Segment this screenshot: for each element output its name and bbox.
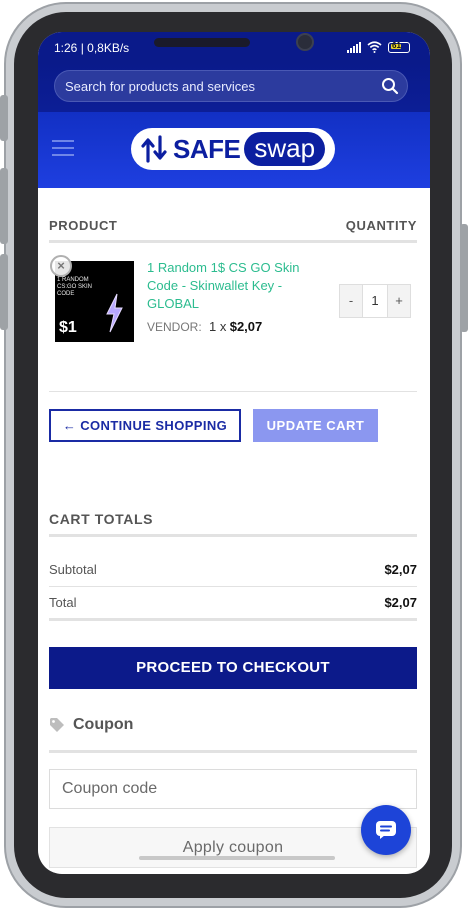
quantity-decrease-button[interactable]: -: [340, 285, 362, 317]
divider: [49, 618, 417, 621]
status-bar: 1:26 | 0,8KB/s 61: [38, 32, 430, 62]
column-header-quantity: QUANTITY: [345, 218, 417, 233]
coupon-heading: Coupon: [49, 716, 133, 734]
column-header-product: PRODUCT: [49, 218, 118, 233]
vendor-label: VENDOR:: [147, 320, 202, 334]
subtotal-label: Subtotal: [49, 562, 97, 577]
battery-level: 61: [392, 40, 401, 50]
quantity-multiplier: 1 x: [209, 319, 227, 334]
hamburger-menu-icon[interactable]: [52, 140, 74, 156]
logo-text-safe: SAFE: [173, 133, 241, 164]
status-time: 1:26 | 0,8KB/s: [54, 41, 130, 55]
search-bar-area: [38, 62, 430, 112]
site-header: SAFE swap: [38, 112, 430, 188]
product-image-price: $1: [59, 319, 77, 336]
home-indicator[interactable]: [139, 856, 335, 860]
site-logo[interactable]: SAFE swap: [131, 128, 335, 170]
divider: [49, 750, 417, 753]
coupon-title: Coupon: [73, 716, 134, 733]
continue-shopping-button[interactable]: ← CONTINUE SHOPPING: [49, 409, 241, 442]
quantity-input[interactable]: 1: [362, 285, 388, 317]
phone-side-button: [460, 224, 468, 332]
camera-icon: [296, 33, 314, 51]
total-value: $2,07: [384, 595, 417, 610]
phone-side-button: [0, 168, 8, 244]
coupon-code-input[interactable]: [49, 769, 417, 809]
proceed-to-checkout-button[interactable]: PROCEED TO CHECKOUT: [49, 647, 417, 689]
search-icon[interactable]: [381, 77, 399, 95]
total-label: Total: [49, 595, 77, 610]
signal-icon: [347, 41, 361, 53]
tag-icon: [50, 718, 64, 732]
chat-icon: [376, 821, 396, 839]
search-input[interactable]: [65, 71, 365, 101]
lightning-icon: [106, 293, 123, 333]
phone-side-button: [0, 254, 8, 330]
phone-side-button: [0, 95, 8, 141]
phone-screen: 1:26 | 0,8KB/s 61 Search for products an…: [38, 32, 430, 874]
chat-button[interactable]: [361, 805, 411, 855]
speaker-notch: [154, 38, 250, 47]
swap-arrows-icon: [141, 135, 167, 163]
divider: [49, 240, 417, 243]
cart-totals-title: CART TOTALS: [49, 511, 154, 527]
wifi-icon: [367, 41, 382, 53]
subtotal-value: $2,07: [384, 562, 417, 577]
product-price: $2,07: [229, 319, 263, 334]
divider: [49, 586, 417, 587]
quantity-stepper: - 1 +: [339, 284, 411, 318]
logo-text-swap: swap: [244, 132, 326, 166]
divider: [49, 534, 417, 537]
product-meta: VENDOR: 1 x $2,07: [147, 319, 262, 334]
product-image-caption: 1 RANDOM CS:GO SKIN CODE: [57, 277, 93, 297]
remove-item-icon[interactable]: ×: [50, 255, 72, 277]
search-box: [54, 70, 408, 102]
product-name-link[interactable]: 1 Random 1$ CS GO Skin Code - Skinwallet…: [147, 259, 317, 313]
divider: [49, 391, 417, 392]
battery-icon: 61: [388, 40, 410, 53]
quantity-increase-button[interactable]: +: [388, 285, 410, 317]
status-icons: 61: [347, 41, 410, 53]
update-cart-button[interactable]: UPDATE CART: [253, 409, 378, 442]
